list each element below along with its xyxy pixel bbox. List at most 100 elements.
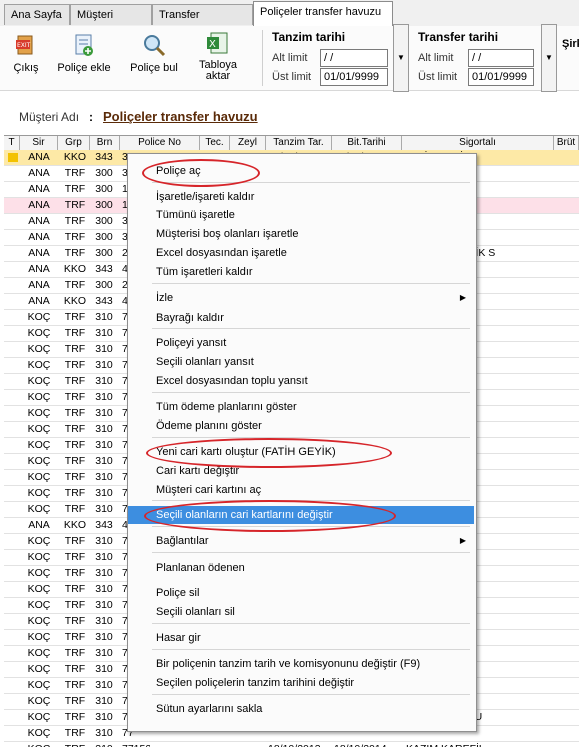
menu-item-delete-policy[interactable]: Poliçe sil (128, 584, 474, 602)
column-header-tec[interactable]: Tec. (200, 136, 230, 150)
toolbar: EXIT Çıkış Poliçe ekle Poliçe bul X Tabl… (0, 24, 579, 92)
table-cell-brn: 310 (95, 679, 113, 691)
table-cell-pol: 7715251 (122, 742, 150, 747)
menu-item-open-policy[interactable]: Poliçe aç (128, 162, 474, 180)
menu-item-change-selected-issue-date[interactable]: Seçilen poliçelerin tanzim tarihini deği… (128, 674, 474, 692)
column-header-sir[interactable]: Sir (20, 136, 58, 150)
find-policy-button[interactable]: Poliçe bul (128, 32, 180, 74)
table-cell-sir: ANA (28, 247, 50, 259)
table-cell-sir: KOÇ (27, 327, 51, 339)
table-cell-sir: KOÇ (27, 407, 51, 419)
menu-item-create-new-account[interactable]: Yeni cari kartı oluştur (FATİH GEYİK) (128, 443, 474, 461)
menu-item-show-all-payment-plans[interactable]: Tüm ödeme planlarını göster (128, 398, 474, 416)
menu-item-links[interactable]: Bağlantılar ▶ (128, 532, 474, 550)
menu-item-mark-all[interactable]: Tümünü işaretle (128, 206, 474, 224)
menu-item-mark-from-excel[interactable]: Excel dosyasından işaretle (128, 244, 474, 262)
export-table-label-2: aktar (205, 70, 231, 82)
column-header-zeyl[interactable]: Zeyl (230, 136, 266, 150)
exit-button[interactable]: EXIT Çıkış (8, 32, 44, 74)
menu-item-label: Yeni cari kartı oluştur (FATİH GEYİK) (156, 446, 336, 458)
tab-bar: Ana Sayfa Müşteri Arama Transfer havuzla… (0, 0, 579, 41)
find-policy-label: Poliçe bul (130, 62, 178, 74)
table-cell-grp: TRF (64, 247, 86, 259)
menu-item-open-customer-account[interactable]: Müşteri cari kartını aç (128, 481, 474, 499)
table-cell-sir: KOÇ (27, 535, 51, 547)
menu-item-show-payment-plan[interactable]: Ödeme planını göster (128, 417, 474, 435)
tab-musteri-arama[interactable]: Müşteri Arama (70, 4, 152, 41)
column-header-police-no[interactable]: Police No (120, 136, 200, 150)
customer-bar: Müşteri Adı : Poliçeler transfer havuzu (0, 96, 579, 130)
menu-item-label: Müşterisi boş olanları işaretle (156, 228, 299, 240)
table-cell-brn: 310 (95, 503, 113, 515)
svg-text:X: X (209, 39, 216, 50)
menu-item-watch[interactable]: İzle ▶ (128, 289, 474, 307)
tanzim-ust-input[interactable]: 01/01/9999 (320, 68, 388, 86)
table-cell-grp: TRF (64, 455, 86, 467)
menu-item-mark-empty-customer[interactable]: Müşterisi boş olanları işaretle (128, 225, 474, 243)
column-header-sigortali[interactable]: Sigortalı (402, 136, 554, 150)
tanzim-title: Tanzim tarihi (272, 30, 346, 44)
table-cell-grp: KKO (63, 295, 87, 307)
tanzim-dropdown-button[interactable]: ▼ (393, 24, 409, 92)
column-header-t[interactable]: T (4, 136, 20, 150)
table-cell-sir: KOÇ (27, 727, 51, 739)
menu-item-planned-paid[interactable]: Planlanan ödenen (128, 559, 474, 577)
table-cell-sir: ANA (28, 167, 50, 179)
menu-item-enter-claim[interactable]: Hasar gir (128, 629, 474, 647)
table-cell-grp: TRF (64, 535, 86, 547)
table-cell-brn: 343 (95, 151, 113, 163)
menu-item-label: Seçili olanları sil (156, 606, 235, 618)
column-header-brn[interactable]: Brn (90, 136, 120, 150)
table-cell-bit: 18/10/2014 (334, 742, 404, 747)
menu-separator (152, 623, 470, 624)
table-cell-brn: 310 (95, 711, 113, 723)
menu-item-label: Tüm işaretleri kaldır (156, 266, 253, 278)
transfer-dropdown-button[interactable]: ▼ (541, 24, 557, 92)
column-header-bit-tarihi[interactable]: Bit.Tarihi (332, 136, 402, 150)
transfer-ust-input[interactable]: 01/01/9999 (468, 68, 534, 86)
menu-item-bulk-reflect-excel[interactable]: Excel dosyasından toplu yansıt (128, 372, 474, 390)
menu-item-label: Müşteri cari kartını aç (156, 484, 262, 496)
table-cell-sir: ANA (28, 263, 50, 275)
menu-separator (152, 649, 470, 650)
menu-item-change-selected-accounts[interactable]: Seçili olanların cari kartlarını değişti… (128, 506, 474, 524)
tab-policeler-transfer-havuzu[interactable]: Poliçeler transfer havuzu (253, 1, 393, 27)
menu-item-reflect-policy[interactable]: Poliçeyi yansıt (128, 334, 474, 352)
menu-item-delete-selected[interactable]: Seçili olanları sil (128, 603, 474, 621)
table-cell-sir: ANA (28, 279, 50, 291)
table-cell-brn: 310 (95, 455, 113, 467)
table-cell-grp: TRF (64, 583, 86, 595)
tab-transfer-havuzlari[interactable]: Transfer havuzları (152, 4, 253, 41)
menu-item-change-account[interactable]: Cari kartı değiştir (128, 462, 474, 480)
tab-ana-sayfa[interactable]: Ana Sayfa (4, 4, 70, 25)
table-cell-grp: TRF (64, 215, 86, 227)
transfer-alt-input[interactable]: / / (468, 49, 534, 67)
menu-item-label: Cari kartı değiştir (156, 465, 240, 477)
table-cell-grp: TRF (64, 423, 86, 435)
table-cell-sir: KOÇ (27, 647, 51, 659)
tanzim-ust-label: Üst limit (272, 71, 312, 83)
column-header-grp[interactable]: Grp (58, 136, 90, 150)
menu-item-save-column-settings[interactable]: Sütun ayarlarını sakla (128, 700, 474, 718)
table-cell-sir: KOÇ (27, 487, 51, 499)
add-policy-button[interactable]: Poliçe ekle (56, 32, 112, 74)
table-cell-brn: 310 (95, 695, 113, 707)
export-table-button[interactable]: X Tabloya aktar (192, 30, 244, 82)
transfer-alt-label: Alt limit (418, 52, 454, 64)
column-header-tanzim-tar[interactable]: Tanzim Tar. (266, 136, 332, 150)
table-cell-sir: ANA (28, 151, 50, 163)
table-header: T Sir Grp Brn Police No Tec. Zeyl Tanzim… (4, 135, 579, 151)
table-row[interactable]: KOÇ TRF310 7715251 18/10/201318/10/2014KAZI… (4, 742, 579, 747)
menu-item-label: İşaretle/işareti kaldır (156, 191, 255, 203)
table-cell-sir: KOÇ (27, 679, 51, 691)
menu-item-reflect-selected[interactable]: Seçili olanları yansıt (128, 353, 474, 371)
menu-item-toggle-mark[interactable]: İşaretle/işareti kaldır (128, 188, 474, 206)
table-cell-grp: TRF (64, 695, 86, 707)
table-cell-sir: KOÇ (27, 551, 51, 563)
tanzim-alt-input[interactable]: / / (320, 49, 388, 67)
menu-item-remove-flag[interactable]: Bayrağı kaldır (128, 309, 474, 327)
menu-item-change-issue-date-commission[interactable]: Bir poliçenin tanzim tarih ve komisyonun… (128, 655, 474, 673)
menu-item-clear-all-marks[interactable]: Tüm işaretleri kaldır (128, 263, 474, 281)
menu-item-label: Ödeme planını göster (156, 420, 262, 432)
column-header-brut[interactable]: Brüt (554, 136, 579, 150)
